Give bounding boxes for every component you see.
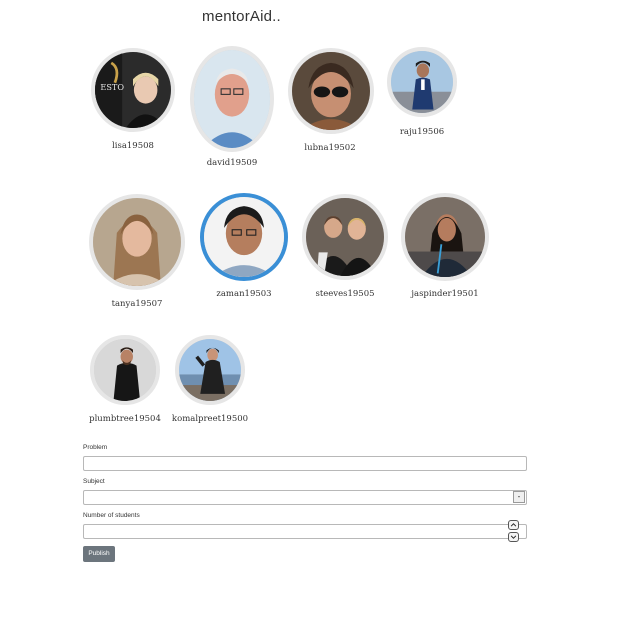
- subject-dropdown-button[interactable]: -: [513, 491, 525, 503]
- avatar[interactable]: [288, 48, 374, 134]
- photo-tanya: [93, 198, 181, 286]
- students-label: Number of students: [83, 512, 140, 519]
- mentor-username: david19509: [206, 158, 258, 168]
- app-title: mentorAid..: [202, 8, 281, 25]
- photo-plumbtree: [94, 339, 156, 401]
- mentor-username: lubna19502: [304, 143, 356, 153]
- svg-text:ESTO: ESTO: [100, 82, 124, 92]
- photo-zaman: [204, 197, 284, 277]
- avatar[interactable]: [89, 194, 185, 290]
- photo-lubna: [292, 52, 370, 130]
- publish-button[interactable]: Publish: [83, 546, 115, 562]
- chevron-down-icon[interactable]: [508, 532, 519, 542]
- photo-raju: [391, 51, 453, 113]
- chevron-up-icon[interactable]: [508, 520, 519, 530]
- mentor-aid-page: mentorAid.. ESTO lisa19508 david19509 lu…: [0, 0, 623, 627]
- mentor-username: komalpreet19500: [171, 414, 249, 424]
- problem-input[interactable]: [83, 456, 527, 471]
- avatar[interactable]: [302, 194, 388, 280]
- avatar[interactable]: [387, 47, 457, 117]
- avatar[interactable]: [190, 46, 274, 152]
- avatar[interactable]: ESTO: [91, 48, 175, 132]
- avatar[interactable]: [90, 335, 160, 405]
- photo-jaspinder: [405, 197, 485, 277]
- subject-label: Subject: [83, 478, 105, 485]
- avatar[interactable]: [175, 335, 245, 405]
- mentor-username: jaspinder19501: [411, 289, 479, 299]
- avatar-selected[interactable]: [200, 193, 288, 281]
- photo-steeves: [306, 198, 384, 276]
- subject-select[interactable]: [83, 490, 527, 505]
- mentor-username: tanya19507: [111, 299, 163, 309]
- mentor-username: lisa19508: [112, 141, 154, 151]
- photo-komalpreet: [179, 339, 241, 401]
- problem-label: Problem: [83, 444, 108, 451]
- mentor-username: raju19506: [399, 127, 445, 137]
- avatar[interactable]: [401, 193, 489, 281]
- photo-david: [194, 50, 270, 148]
- number-of-students-input[interactable]: [83, 524, 527, 539]
- photo-lisa: ESTO: [95, 52, 171, 128]
